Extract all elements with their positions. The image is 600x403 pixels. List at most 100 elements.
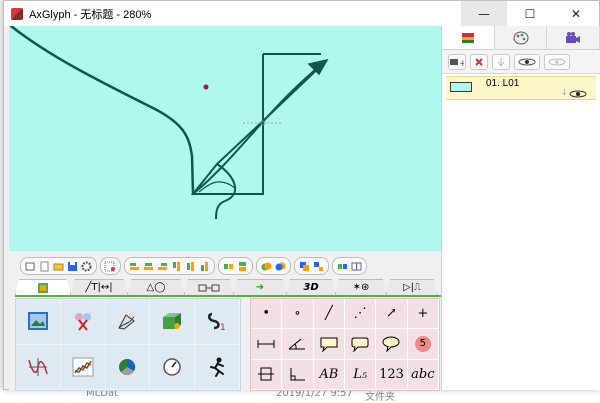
text-number-tool[interactable]: 123: [376, 359, 408, 390]
layers-panel-tabs: [442, 26, 600, 50]
distribute-v-button[interactable]: [236, 259, 249, 273]
flip-h-button[interactable]: [336, 259, 349, 273]
align-center-icon: [144, 262, 153, 270]
show-all-layers-button[interactable]: [514, 53, 540, 70]
text-subscript-tool[interactable]: L₅: [345, 359, 377, 390]
align-top-button[interactable]: [170, 259, 183, 273]
add-layer-icon: +: [450, 58, 464, 67]
tab-lines-text[interactable]: ╱T|↔|: [70, 279, 128, 295]
scissors-icon: [74, 313, 91, 331]
dimension-icon: [257, 339, 275, 348]
drawing-svg: [9, 26, 329, 220]
gauge-button[interactable]: [150, 344, 196, 390]
hide-all-layers-button[interactable]: [544, 53, 570, 70]
close-button[interactable]: ✕: [553, 1, 599, 26]
tab-connectors[interactable]: [184, 279, 234, 295]
right-angle-tool[interactable]: [282, 359, 314, 390]
bracket-icon: [258, 367, 275, 381]
align-middle-button[interactable]: [184, 259, 197, 273]
tab-shapes[interactable]: △◯: [127, 279, 185, 295]
align-middle-icon: [187, 261, 194, 271]
distribute-h-button[interactable]: [222, 259, 235, 273]
tab-circuits[interactable]: ▷|⎍: [386, 279, 438, 295]
maximize-button[interactable]: ☐: [507, 1, 553, 26]
running-man-icon: [210, 357, 225, 377]
align-bottom-button[interactable]: [198, 259, 211, 273]
add-layer-button[interactable]: +: [448, 53, 466, 70]
arrow-tool[interactable]: ↗: [376, 299, 408, 330]
dimension-tool[interactable]: [251, 329, 283, 360]
layer-thumbnail: [450, 82, 472, 92]
save-file-button[interactable]: [66, 259, 79, 273]
delete-layer-button[interactable]: [470, 53, 488, 70]
callout-oval-tool[interactable]: [376, 329, 408, 360]
send-back-button[interactable]: [274, 259, 287, 273]
folder-icon: [53, 263, 64, 270]
angle-tool[interactable]: [282, 329, 314, 360]
right-angle-icon: [290, 368, 306, 381]
clip-image-button[interactable]: [60, 299, 106, 345]
align-left-button[interactable]: [128, 259, 141, 273]
open-file-button[interactable]: [52, 259, 65, 273]
bracket-tool[interactable]: [251, 359, 283, 390]
move-layer-down-button[interactable]: [492, 53, 510, 70]
image-tools-button[interactable]: [150, 299, 196, 345]
layer-visibility-eye-icon[interactable]: [568, 89, 588, 99]
align-right-button[interactable]: [156, 259, 169, 273]
bezier-pen-button[interactable]: [105, 299, 151, 345]
tab-camera[interactable]: [547, 26, 600, 49]
save-icon: [68, 261, 77, 271]
line-chart-button[interactable]: [60, 344, 106, 390]
text-ab-tool[interactable]: AB: [313, 359, 345, 390]
drawing-canvas[interactable]: [9, 26, 441, 251]
dot-tool[interactable]: •: [251, 299, 283, 330]
bring-front-button[interactable]: [260, 259, 273, 273]
figure-button[interactable]: [195, 344, 240, 390]
tab-layers[interactable]: [442, 26, 495, 49]
distribute-v-icon: [239, 261, 246, 271]
new-file-icon: [40, 261, 49, 271]
axglyph-window: AxGlyph - 无标题 - 280% — ☐ ✕ + 01. L01 ↓ ╱…: [3, 0, 600, 391]
app-logo-icon: [11, 7, 23, 20]
align-center-button[interactable]: [142, 259, 155, 273]
text-abc-tool[interactable]: abc: [407, 359, 439, 390]
group-button[interactable]: [298, 259, 311, 273]
callout-rect-tool[interactable]: [313, 329, 345, 360]
new-file-button[interactable]: [38, 259, 51, 273]
ungroup-button[interactable]: [312, 259, 325, 273]
tab-palette[interactable]: [495, 26, 548, 49]
formula-button[interactable]: 1: [195, 299, 240, 345]
flip-v-icon: [351, 262, 362, 270]
symbol-tools-grid: • ∘ ╱ ⋰ ↗ + 5 AB L₅ 123 abc: [250, 298, 440, 391]
tab-symbols[interactable]: ✶⊛: [335, 279, 387, 295]
settings-button[interactable]: [80, 259, 93, 273]
grid-button[interactable]: [104, 259, 117, 273]
callout-round-tool[interactable]: [345, 329, 377, 360]
function-plot-icon: [28, 357, 48, 376]
flip-v-button[interactable]: [350, 259, 363, 273]
tab-3d[interactable]: 3D: [286, 279, 336, 295]
number-badge-tool[interactable]: 5: [407, 329, 439, 360]
small-curve: [215, 163, 237, 220]
align-bottom-icon: [201, 261, 208, 271]
circle-dot-tool[interactable]: ∘: [282, 299, 314, 330]
dashed-line-tool[interactable]: ⋰: [345, 299, 377, 330]
tab-images[interactable]: [15, 279, 71, 295]
grid-tool-group: [100, 257, 121, 275]
crosshair-tool[interactable]: +: [407, 299, 439, 330]
pie-chart-button[interactable]: [105, 344, 151, 390]
line-tool[interactable]: ╱: [313, 299, 345, 330]
tab-arrows[interactable]: ➜: [233, 279, 287, 295]
layer-label: 01. L01: [486, 78, 520, 89]
picture-icon: [27, 312, 48, 331]
function-plot-button[interactable]: [16, 344, 61, 390]
grid-icon: [104, 261, 115, 271]
minimize-button[interactable]: —: [461, 1, 507, 26]
freehand-curve: [9, 26, 195, 196]
layer-move-icon[interactable]: ↓: [560, 88, 568, 98]
title-bar[interactable]: AxGlyph - 无标题 - 280% — ☐ ✕: [4, 1, 599, 26]
new-menu-button[interactable]: [24, 259, 37, 273]
insert-picture-button[interactable]: [16, 299, 61, 345]
format-toolbar: [20, 257, 367, 275]
layer-item[interactable]: 01. L01 ↓: [446, 76, 596, 100]
